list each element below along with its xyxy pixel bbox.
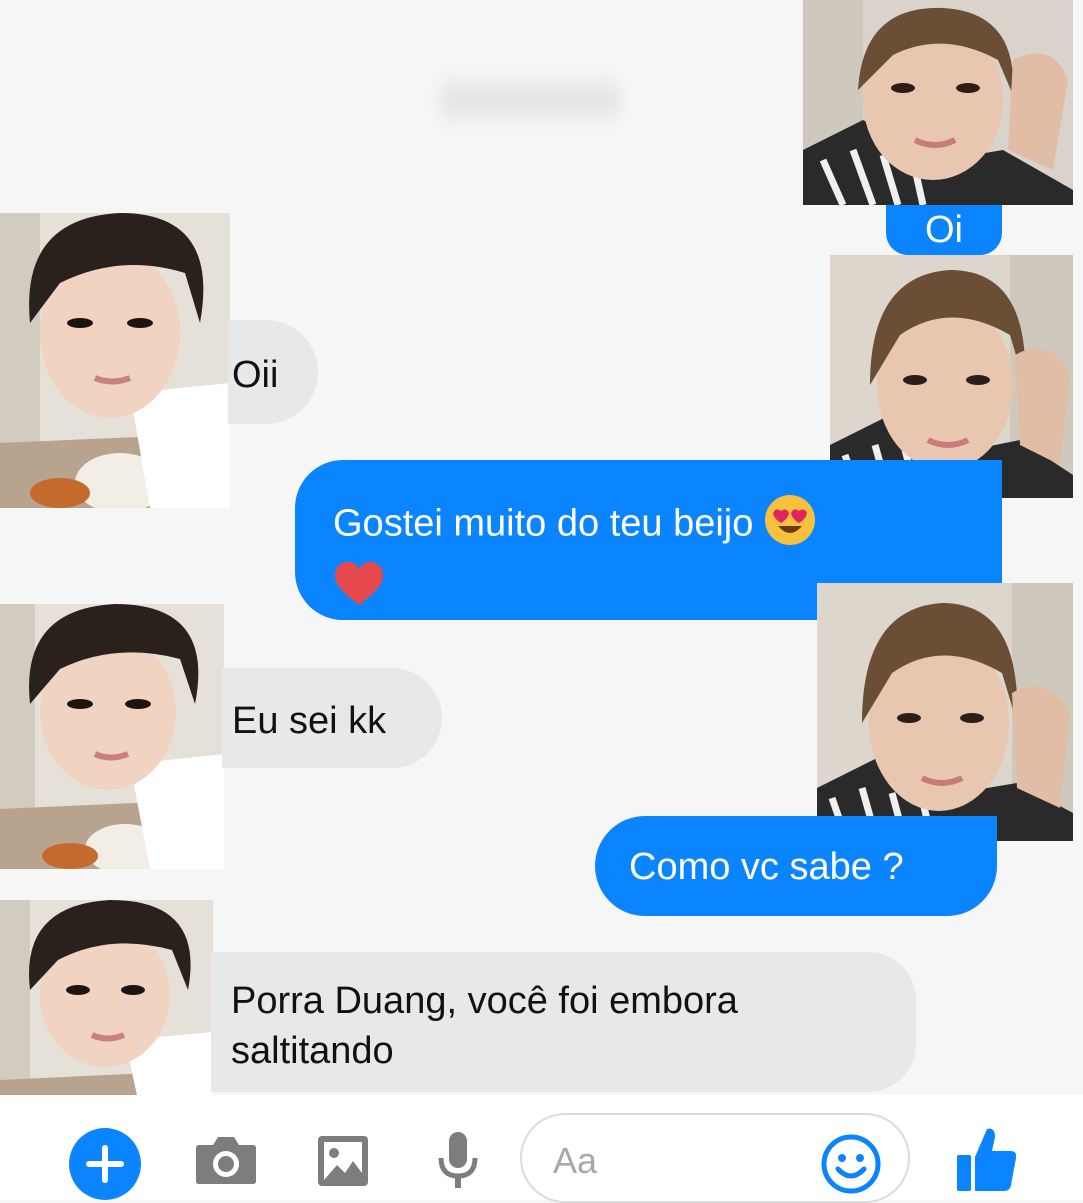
sender-avatar (817, 583, 1073, 841)
message-text: Oii (232, 354, 279, 396)
camera-icon (196, 1137, 256, 1184)
heart-eyes-emoji-icon (764, 494, 816, 557)
emoji-icon (821, 1134, 881, 1194)
like-button[interactable] (955, 1125, 1019, 1193)
microphone-icon (438, 1132, 478, 1188)
message-text-line: saltitando (231, 1030, 394, 1072)
composer-bar: Aa (0, 1095, 1083, 1203)
message-text: Eu sei kk (232, 700, 387, 742)
message-text: Oi (925, 209, 963, 251)
image-icon (318, 1136, 368, 1186)
plus-icon (69, 1128, 141, 1200)
camera-button[interactable] (195, 1133, 257, 1185)
message-bubble-outgoing[interactable]: Como vc sabe ? (595, 816, 997, 916)
emoji-button[interactable] (820, 1133, 882, 1195)
receiver-avatar (0, 213, 230, 508)
chat-area: Oi Oii Gostei muito do teu beijo Eu sei … (0, 0, 1083, 1132)
message-text: Como vc sabe ? (629, 846, 904, 888)
gallery-button[interactable] (317, 1135, 369, 1187)
message-text: Gostei muito do teu beijo (333, 502, 754, 545)
red-heart-emoji-icon (333, 561, 385, 618)
message-text-line: Porra Duang, você foi embora (231, 980, 738, 1022)
voice-button[interactable] (437, 1130, 479, 1192)
thumbs-up-icon (957, 1128, 1017, 1191)
message-bubble-incoming[interactable]: Eu sei kk (222, 668, 442, 768)
message-bubble-incoming[interactable]: Porra Duang, você foi embora saltitando (211, 952, 916, 1092)
message-bubble-incoming[interactable]: Oii (228, 320, 318, 424)
blurred-contact-name (440, 70, 620, 130)
sender-avatar (803, 0, 1073, 205)
message-input-placeholder: Aa (553, 1140, 598, 1181)
plus-button[interactable] (68, 1127, 142, 1201)
receiver-avatar (0, 604, 224, 869)
message-bubble-outgoing[interactable]: Oi (886, 205, 1002, 255)
